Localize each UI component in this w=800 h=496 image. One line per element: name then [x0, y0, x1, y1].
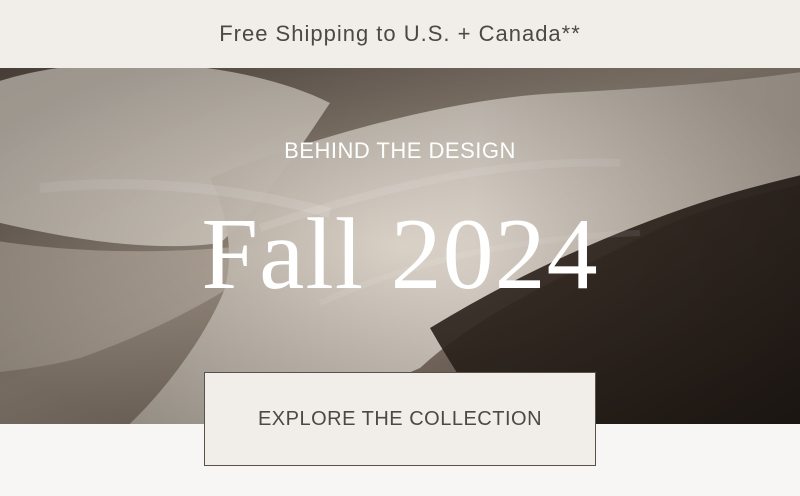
promo-text: Free Shipping to U.S. + Canada**	[219, 21, 581, 46]
hero-banner[interactable]: BEHIND THE DESIGN Fall 2024	[0, 68, 800, 424]
promo-bar: Free Shipping to U.S. + Canada**	[0, 0, 800, 68]
explore-collection-button[interactable]: EXPLORE THE COLLECTION	[204, 372, 596, 466]
hero-eyebrow: BEHIND THE DESIGN	[284, 138, 516, 163]
explore-collection-label: EXPLORE THE COLLECTION	[257, 407, 543, 430]
hero-title: Fall 2024	[201, 198, 599, 311]
